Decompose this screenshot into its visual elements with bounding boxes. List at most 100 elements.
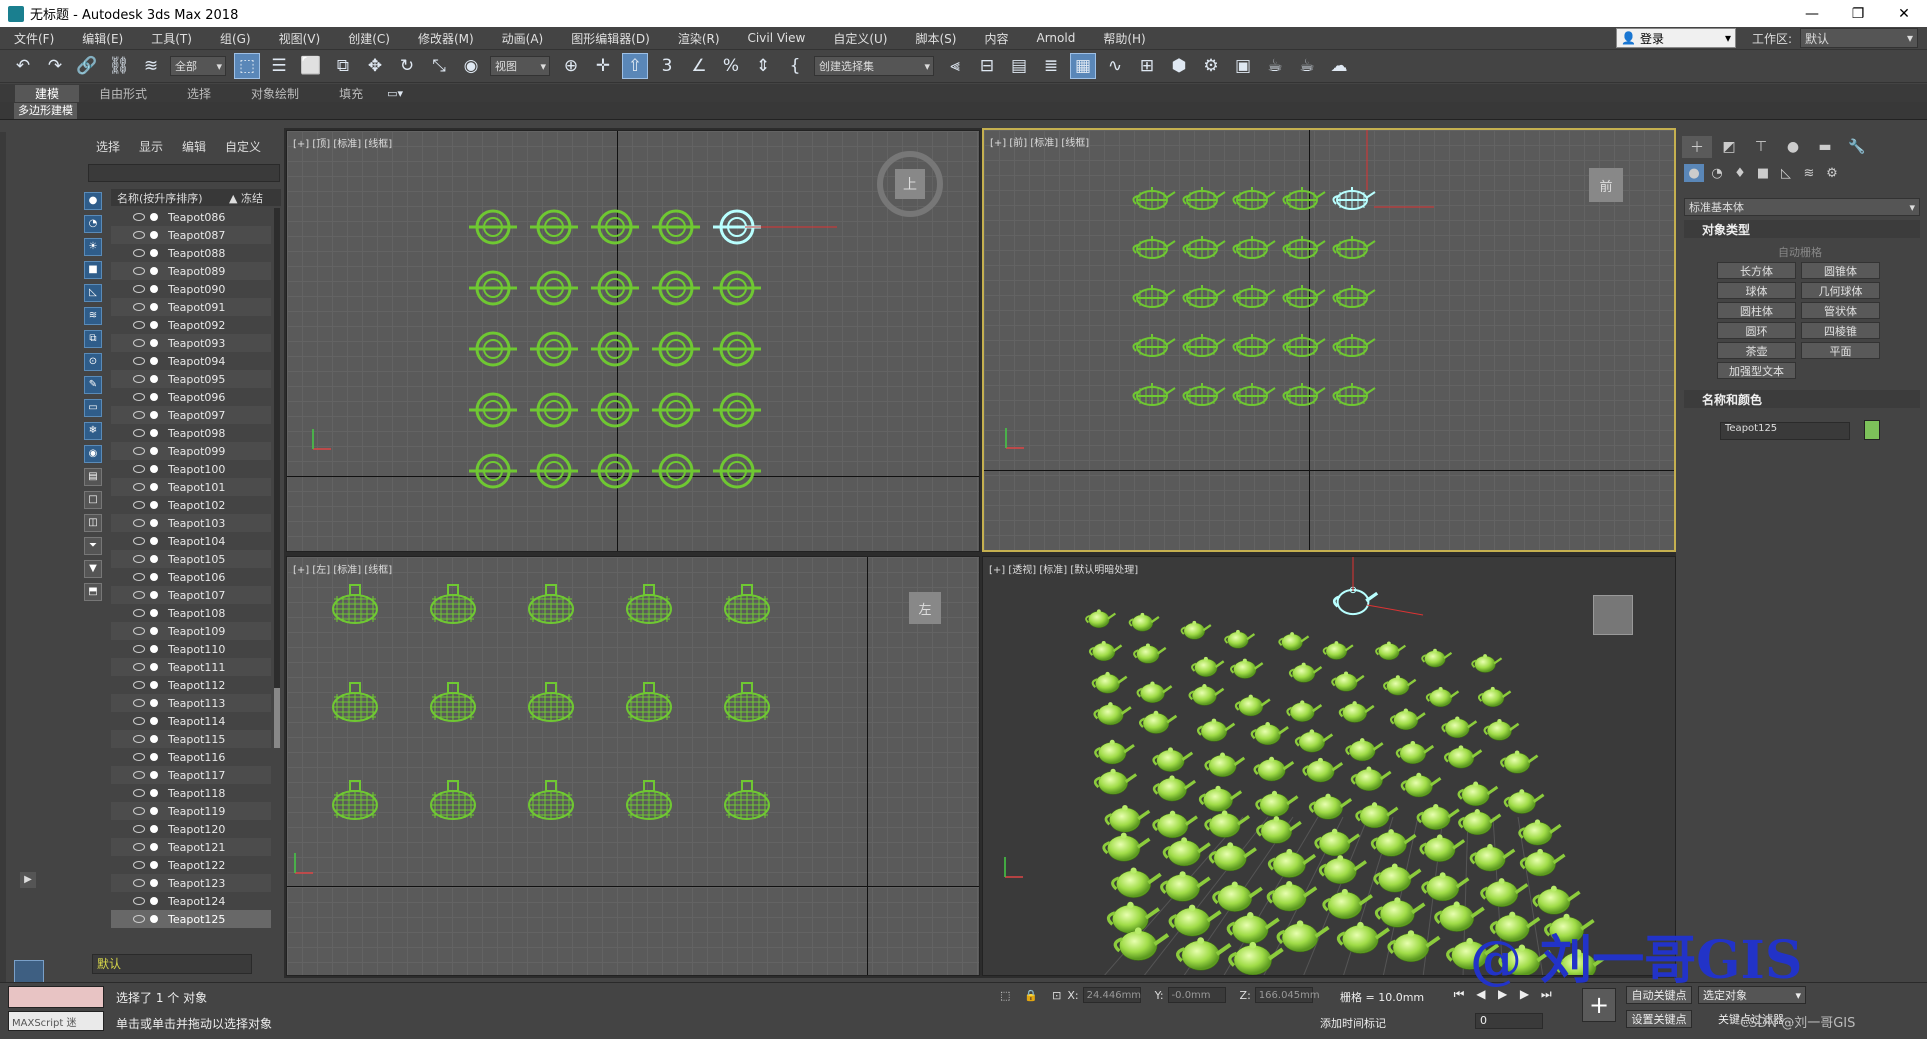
render-dot-icon[interactable] <box>150 753 158 761</box>
visibility-eye-icon[interactable] <box>133 771 145 779</box>
teapot-perspective[interactable] <box>1088 640 1123 662</box>
teapot-perspective[interactable] <box>1338 701 1375 723</box>
teapot-side[interactable] <box>1182 285 1226 308</box>
teapot-side[interactable] <box>1332 334 1376 357</box>
render-dot-icon[interactable] <box>150 519 158 527</box>
list-item[interactable]: Teapot088 <box>111 244 271 262</box>
list-item[interactable]: Teapot100 <box>111 460 271 478</box>
visibility-eye-icon[interactable] <box>133 681 145 689</box>
teapot-perspective[interactable] <box>1196 718 1236 742</box>
teapot-left[interactable] <box>528 682 574 722</box>
schematic-view-icon[interactable]: ⊞ <box>1134 53 1160 79</box>
visibility-eye-icon[interactable] <box>133 267 145 275</box>
create-tab-icon[interactable]: ＋ <box>1682 136 1712 158</box>
teapot-button[interactable]: 茶壶 <box>1717 342 1796 359</box>
teapot-side[interactable] <box>1332 187 1376 210</box>
curve-editor-icon[interactable]: ∿ <box>1102 53 1128 79</box>
snaps-toggle-icon[interactable]: 3 <box>654 53 680 79</box>
bind-space-warp-icon[interactable]: ≋ <box>138 53 164 79</box>
list-item[interactable]: Teapot123 <box>111 874 271 892</box>
teapot-perspective[interactable] <box>1395 740 1435 764</box>
teapot-perspective[interactable] <box>1180 620 1212 640</box>
teapot-perspective[interactable] <box>1457 781 1499 807</box>
teapot-top[interactable] <box>652 331 700 367</box>
list-item[interactable]: Teapot099 <box>111 442 271 460</box>
filter-icon[interactable]: ⏷ <box>84 537 102 555</box>
rect-selection-icon[interactable]: ⬜ <box>298 53 324 79</box>
list-item[interactable]: Teapot119 <box>111 802 271 820</box>
teapot-perspective[interactable] <box>1387 930 1441 963</box>
menu-graph-editors[interactable]: 图形编辑器(D) <box>557 30 664 47</box>
teapot-top[interactable] <box>652 392 700 428</box>
teapot-left[interactable] <box>430 682 476 722</box>
render-dot-icon[interactable] <box>150 681 158 689</box>
render-dot-icon[interactable] <box>150 375 158 383</box>
workspace-select[interactable]: 默认 ▾ <box>1800 28 1918 48</box>
bones-filter-icon[interactable]: ✎ <box>84 376 102 394</box>
teapot-perspective[interactable] <box>1102 832 1151 862</box>
teapot-perspective[interactable] <box>1136 681 1173 704</box>
close-button[interactable]: ✕ <box>1881 0 1927 27</box>
list-item[interactable]: Teapot106 <box>111 568 271 586</box>
teapot-perspective[interactable] <box>1230 658 1264 679</box>
ribbon-toggle-icon[interactable]: ▦ <box>1070 53 1096 79</box>
undo-icon[interactable]: ↶ <box>10 53 36 79</box>
menu-tools[interactable]: 工具(T) <box>137 30 206 47</box>
teapot-perspective[interactable] <box>1345 738 1384 762</box>
teapot-perspective[interactable] <box>1152 810 1198 839</box>
list-item[interactable]: Teapot121 <box>111 838 271 856</box>
ref-coord-system[interactable]: 视图 ▾ <box>490 56 550 76</box>
teapot-perspective[interactable] <box>1308 793 1353 820</box>
teapot-side[interactable] <box>1232 187 1276 210</box>
selection-filter[interactable]: 全部 ▾ <box>170 56 226 76</box>
render-dot-icon[interactable] <box>150 807 158 815</box>
spacewarps-filter-icon[interactable]: ≋ <box>84 307 102 325</box>
teapot-perspective[interactable] <box>1138 710 1178 734</box>
list-item[interactable]: Teapot117 <box>111 766 271 784</box>
teapot-top[interactable] <box>469 331 517 367</box>
mirror-icon[interactable]: ⫷ <box>942 53 968 79</box>
teapot-perspective[interactable] <box>1253 756 1295 782</box>
teapot-perspective[interactable] <box>1421 872 1470 902</box>
list-item[interactable]: Teapot102 <box>111 496 271 514</box>
viewcube-face-top[interactable]: 上 <box>895 169 925 199</box>
visibility-eye-icon[interactable] <box>133 735 145 743</box>
render-setup-icon[interactable]: ⚙ <box>1198 53 1224 79</box>
plane-button[interactable]: 平面 <box>1801 342 1880 359</box>
teapot-perspective[interactable] <box>1085 609 1117 628</box>
helpers-icon[interactable]: ◺ <box>1776 164 1796 182</box>
teapot-side[interactable] <box>1332 236 1376 259</box>
goto-start-icon[interactable]: ⏮ <box>1450 987 1468 1002</box>
menu-customize[interactable]: 自定义(U) <box>819 30 901 47</box>
minimize-button[interactable]: — <box>1789 0 1835 27</box>
material-editor-icon[interactable]: ⬢ <box>1166 53 1192 79</box>
render-dot-icon[interactable] <box>150 411 158 419</box>
visibility-eye-icon[interactable] <box>133 627 145 635</box>
display-tab-icon[interactable]: ▬ <box>1810 136 1840 158</box>
layer-icon[interactable]: ⬒ <box>84 583 102 601</box>
teapot-perspective[interactable] <box>1152 747 1194 772</box>
geosphere-button[interactable]: 几何球体 <box>1801 282 1880 299</box>
containers-filter-icon[interactable]: ▭ <box>84 399 102 417</box>
cone-button[interactable]: 圆锥体 <box>1801 262 1880 279</box>
teapot-perspective[interactable] <box>1094 739 1135 765</box>
visibility-eye-icon[interactable] <box>133 861 145 869</box>
box-button[interactable]: 长方体 <box>1717 262 1796 279</box>
select-object-icon[interactable]: ⬚ <box>234 53 260 79</box>
teapot-top[interactable] <box>591 209 639 245</box>
teapot-perspective[interactable] <box>1226 912 1280 944</box>
geometry-icon[interactable]: ● <box>1684 164 1704 182</box>
viewcube-perspective[interactable] <box>1593 595 1633 635</box>
teapot-perspective[interactable] <box>1276 920 1330 953</box>
viewport-label-left[interactable]: [+] [左] [标准] [线框] <box>293 561 392 576</box>
teapot-left[interactable] <box>332 682 378 722</box>
teapot-perspective[interactable] <box>1091 671 1128 694</box>
teapot-perspective[interactable] <box>1483 719 1520 741</box>
render-dot-icon[interactable] <box>150 285 158 293</box>
visibility-eye-icon[interactable] <box>133 303 145 311</box>
teapot-perspective[interactable] <box>1425 686 1460 708</box>
teapot-perspective[interactable] <box>1503 789 1545 814</box>
teapot-perspective[interactable] <box>1256 816 1302 844</box>
particles-filter-icon[interactable]: ❄ <box>84 422 102 440</box>
render-dot-icon[interactable] <box>150 267 158 275</box>
